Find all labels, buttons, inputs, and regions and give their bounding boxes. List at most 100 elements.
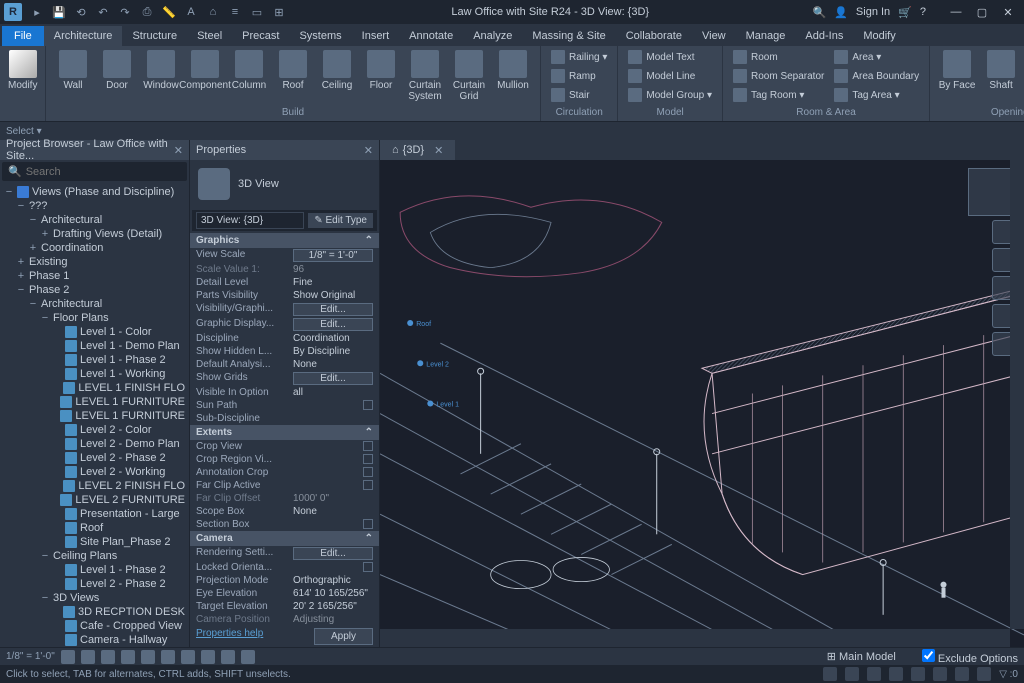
curtain-grid-button[interactable]: Curtain Grid [448,48,490,104]
tree-item-architectural[interactable]: −Architectural [0,297,189,311]
sun-path-icon[interactable] [101,650,115,664]
prop-edit-button[interactable]: 1/8" = 1'-0" [293,249,373,262]
prop-edit-button[interactable]: Edit... [293,318,373,331]
prop-edit-button[interactable]: Edit... [293,303,373,316]
worksets-icon[interactable] [823,667,837,681]
prop-value[interactable]: 1000' 0" [293,493,373,504]
tree-item-level-1-phase-2[interactable]: Level 1 - Phase 2 [0,563,189,577]
crop-view-icon[interactable] [161,650,175,664]
menu-tab-collaborate[interactable]: Collaborate [616,26,692,46]
menu-tab-massing-site[interactable]: Massing & Site [522,26,615,46]
checkbox[interactable] [363,467,373,477]
prop-value[interactable]: Fine [293,277,373,288]
checkbox[interactable] [363,454,373,464]
tree-item-ceiling-plans[interactable]: −Ceiling Plans [0,549,189,563]
room-button[interactable]: Room [729,48,828,66]
checkbox[interactable] [363,400,373,410]
view-tab-3d[interactable]: ⌂ {3D} ✕ [380,140,455,160]
tree-item-level-1-color[interactable]: Level 1 - Color [0,325,189,339]
tree-item-level-1-furniture[interactable]: LEVEL 1 FURNITURE [0,395,189,409]
prop-group-camera[interactable]: Camera⌃ [190,531,379,546]
select-pinned-icon[interactable] [933,667,947,681]
signin-link[interactable]: Sign In [856,6,890,18]
select-face-icon[interactable] [955,667,969,681]
design-options-icon[interactable] [845,667,859,681]
close-button[interactable]: ✕ [996,3,1020,21]
qat-switch-icon[interactable]: ⊞ [270,3,288,21]
qat-close-hidden-icon[interactable]: ▭ [248,3,266,21]
tree-item-coordination[interactable]: +Coordination [0,241,189,255]
properties-close-icon[interactable]: ✕ [364,144,373,157]
tree-item-level-2-color[interactable]: Level 2 - Color [0,423,189,437]
prop-group-graphics[interactable]: Graphics⌃ [190,233,379,248]
tree-item-level-1-finish-flo[interactable]: LEVEL 1 FINISH FLO [0,381,189,395]
component-button[interactable]: Component [184,48,226,93]
by-face-button[interactable]: By Face [936,48,978,93]
wall-button[interactable]: Wall [52,48,94,93]
tree-item-level-1-working[interactable]: Level 1 - Working [0,367,189,381]
main-model-label[interactable]: ⊞ Main Model [827,650,896,663]
tag-area--button[interactable]: Tag Area ▾ [830,86,923,104]
ramp-button[interactable]: Ramp [547,67,611,85]
mullion-button[interactable]: Mullion [492,48,534,93]
qat-sync-icon[interactable]: ⟲ [72,3,90,21]
door-button[interactable]: Door [96,48,138,93]
qat-save-icon[interactable]: 💾 [50,3,68,21]
prop-group-extents[interactable]: Extents⌃ [190,425,379,440]
qat-measure-icon[interactable]: 📏 [160,3,178,21]
model-line-button[interactable]: Model Line [624,67,716,85]
menu-tab-precast[interactable]: Precast [232,26,289,46]
reveal-hidden-icon[interactable] [241,650,255,664]
view-cube[interactable] [968,168,1016,216]
qat-undo-icon[interactable]: ↶ [94,3,112,21]
prop-value[interactable]: Coordination [293,333,373,344]
qat-thin-lines-icon[interactable]: ≡ [226,3,244,21]
select-underlay-icon[interactable] [911,667,925,681]
roof-button[interactable]: Roof [272,48,314,93]
checkbox[interactable] [363,519,373,529]
qat-print-icon[interactable]: ⎙ [138,3,156,21]
tree-item-roof[interactable]: Roof [0,521,189,535]
checkbox[interactable] [363,562,373,572]
type-selector[interactable]: 3D View: {3D} [196,212,304,229]
checkbox[interactable] [363,441,373,451]
prop-value[interactable]: Orthographic [293,575,373,586]
column-button[interactable]: Column [228,48,270,93]
menu-tab-architecture[interactable]: Architecture [44,26,123,46]
floor-button[interactable]: Floor [360,48,402,93]
editable-only-icon[interactable] [867,667,881,681]
search-icon[interactable]: 🔍 [813,6,827,19]
select-links-icon[interactable] [889,667,903,681]
edit-type-button[interactable]: ✎ Edit Type [308,213,373,228]
tree-item-level-1-phase-2[interactable]: Level 1 - Phase 2 [0,353,189,367]
cart-icon[interactable]: 🛒 [898,6,912,19]
tree-item-camera-hallway[interactable]: Camera - Hallway [0,633,189,647]
drag-elements-icon[interactable] [977,667,991,681]
maximize-button[interactable]: ▢ [970,3,994,21]
exclude-options-checkbox[interactable] [922,649,935,662]
tree-item--[interactable]: −??? [0,199,189,213]
qat-redo-icon[interactable]: ↷ [116,3,134,21]
tree-item-drafting-views-detail-[interactable]: +Drafting Views (Detail) [0,227,189,241]
tree-item-level-2-phase-2[interactable]: Level 2 - Phase 2 [0,577,189,591]
render-dialog-icon[interactable] [141,650,155,664]
prop-value[interactable]: 614' 10 165/256" [293,588,373,599]
tree-item-level-2-phase-2[interactable]: Level 2 - Phase 2 [0,451,189,465]
tree-item-site-plan-phase-2[interactable]: Site Plan_Phase 2 [0,535,189,549]
prop-edit-button[interactable]: Edit... [293,547,373,560]
prop-value[interactable]: 96 [293,264,373,275]
minimize-button[interactable]: — [944,3,968,21]
visual-style-icon[interactable] [81,650,95,664]
tree-root[interactable]: − Views (Phase and Discipline) [0,185,189,199]
menu-tab-modify[interactable]: Modify [853,26,905,46]
filter-count[interactable]: ▽ :0 [999,669,1018,680]
menu-tab-annotate[interactable]: Annotate [399,26,463,46]
tree-item-level-2-furniture[interactable]: LEVEL 2 FURNITURE [0,493,189,507]
scale-selector[interactable]: 1/8" = 1'-0" [6,651,55,662]
tree-item-existing[interactable]: +Existing [0,255,189,269]
tree-item-architectural[interactable]: −Architectural [0,213,189,227]
area-boundary-button[interactable]: Area Boundary [830,67,923,85]
prop-edit-button[interactable]: Edit... [293,372,373,385]
stair-button[interactable]: Stair [547,86,611,104]
file-tab[interactable]: File [2,26,44,46]
